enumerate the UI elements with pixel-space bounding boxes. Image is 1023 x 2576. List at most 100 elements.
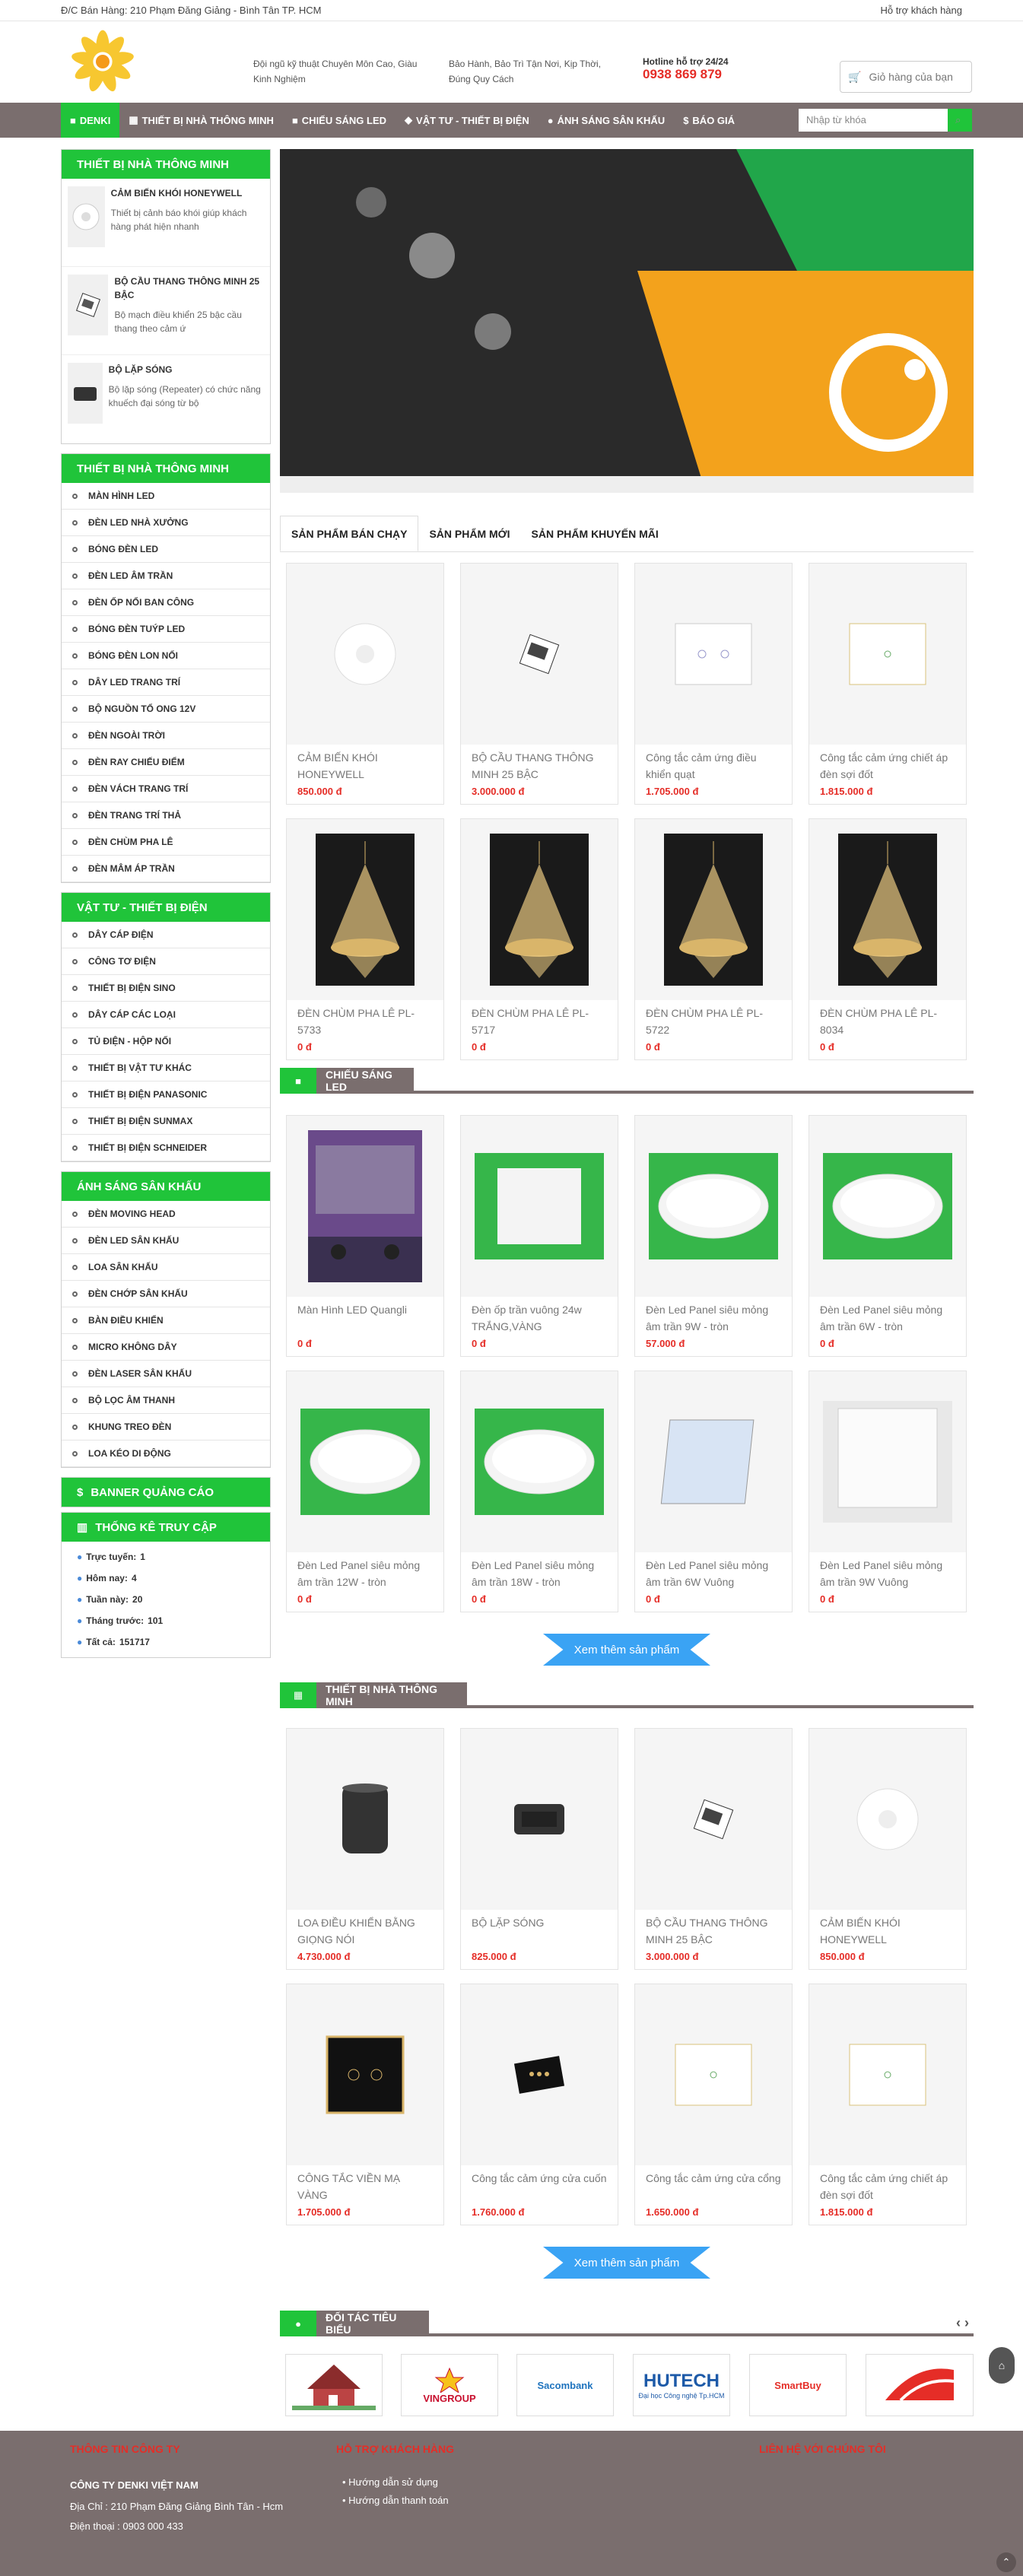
product-name[interactable]: BỘ CẦU THANG THÔNG MINH 25 BẬC [461,745,618,784]
product-name[interactable]: CÔNG TẮC VIỀN MẠ VÀNG [287,2165,443,2205]
category-item[interactable]: ĐÈN LED SÂN KHẤU [62,1228,270,1254]
category-item[interactable]: MICRO KHÔNG DÂY [62,1334,270,1361]
chevron-right-icon[interactable]: › [964,2315,969,2330]
category-item[interactable]: ĐÈN MÂM ÁP TRẦN [62,856,270,882]
tab-bestseller[interactable]: SẢN PHẨM BÁN CHẠY [280,516,419,551]
product-card[interactable]: Đèn ốp trần vuông 24w TRẮNG,VÀNG 0 đ [460,1115,618,1357]
featured-item[interactable]: CẢM BIẾN KHÓI HONEYWELL Thiết bị cảnh báo… [62,179,270,267]
hotline-number[interactable]: 0938 869 879 [643,67,729,82]
product-image[interactable] [635,564,792,745]
product-name[interactable]: Công tắc cảm ứng cửa cổng [635,2165,792,2205]
category-item[interactable]: BỘ NGUỒN TỔ ONG 12V [62,696,270,723]
category-item[interactable]: ĐÈN CHÙM PHA LÊ [62,829,270,856]
product-image[interactable] [635,1371,792,1552]
cart-float-button[interactable]: ⌂ [989,2347,1015,2384]
category-item[interactable]: TỦ ĐIỆN - HỘP NỐI [62,1028,270,1055]
product-name[interactable]: Đèn Led Panel siêu mỏng âm trần 6W Vuông [635,1552,792,1592]
more-button-smart[interactable]: Xem thêm sản phẩm [543,2247,710,2279]
product-image[interactable] [287,1371,443,1552]
product-card[interactable]: Công tắc cảm ứng chiết áp đèn sợi đốt 1.8… [809,563,967,805]
product-card[interactable]: CẢM BIẾN KHÓI HONEYWELL 850.000 đ [809,1728,967,1970]
product-image[interactable] [809,819,966,1000]
category-item[interactable]: BÓNG ĐÈN LON NỔI [62,643,270,669]
category-item[interactable]: ĐÈN NGOÀI TRỜI [62,723,270,749]
nav-stage-light[interactable]: ● ÁNH SÁNG SÂN KHẤU [539,103,674,138]
product-name[interactable]: Công tắc cảm ứng cửa cuốn [461,2165,618,2205]
product-name[interactable]: ĐÈN CHÙM PHA LÊ PL-5722 [635,1000,792,1040]
product-card[interactable]: Đèn Led Panel siêu mỏng âm trần 18W - tr… [460,1371,618,1612]
product-image[interactable] [287,819,443,1000]
product-name[interactable]: Đèn Led Panel siêu mỏng âm trần 6W - trò… [809,1297,966,1336]
featured-item[interactable]: BỘ LẶP SÓNG Bộ lặp sóng (Repeater) có chứ… [62,355,270,443]
product-image[interactable] [461,1984,618,2165]
product-image[interactable] [809,564,966,745]
product-image[interactable] [461,1116,618,1297]
category-item[interactable]: BÓNG ĐÈN TUÝP LED [62,616,270,643]
nav-smart-home[interactable]: ▦ THIẾT BỊ NHÀ THÔNG MINH [119,103,283,138]
product-image[interactable] [809,1984,966,2165]
product-image[interactable] [635,1116,792,1297]
product-image[interactable] [461,1729,618,1910]
product-card[interactable]: Công tắc cảm ứng điều khiển quạt 1.705.00… [634,563,793,805]
product-name[interactable]: ĐÈN CHÙM PHA LÊ PL-5717 [461,1000,618,1040]
product-card[interactable]: Công tắc cảm ứng cửa cổng 1.650.000 đ [634,1984,793,2225]
product-name[interactable]: CẢM BIẾN KHÓI HONEYWELL [287,745,443,784]
category-item[interactable]: DÂY CÁP CÁC LOẠI [62,1002,270,1028]
hero-banner[interactable] [280,149,974,493]
product-name[interactable]: Đèn Led Panel siêu mỏng âm trần 9W - trò… [635,1297,792,1336]
product-card[interactable]: ĐÈN CHÙM PHA LÊ PL-8034 0 đ [809,818,967,1060]
product-name[interactable]: Đèn Led Panel siêu mỏng âm trần 18W - tr… [461,1552,618,1592]
product-card[interactable]: BỘ LẶP SÓNG 825.000 đ [460,1728,618,1970]
category-item[interactable]: BÀN ĐIỀU KHIỂN [62,1307,270,1334]
product-image[interactable] [287,1116,443,1297]
support-link[interactable]: Hỗ trợ khách hàng [880,5,962,16]
product-image[interactable] [461,564,618,745]
category-item[interactable]: ĐÈN ỐP NỔI BAN CÔNG [62,589,270,616]
product-card[interactable]: ĐÈN CHÙM PHA LÊ PL-5733 0 đ [286,818,444,1060]
product-card[interactable]: Đèn Led Panel siêu mỏng âm trần 12W - tr… [286,1371,444,1612]
product-image[interactable] [287,1984,443,2165]
category-item[interactable]: ĐÈN MOVING HEAD [62,1201,270,1228]
product-card[interactable]: Công tắc cảm ứng chiết áp đèn sợi đốt 1.8… [809,1984,967,2225]
logo-icon[interactable] [61,27,145,96]
category-item[interactable]: KHUNG TREO ĐÈN [62,1414,270,1440]
product-image[interactable] [461,1371,618,1552]
category-item[interactable]: ĐÈN TRANG TRÍ THẢ [62,802,270,829]
partner-logo-house[interactable] [285,2354,383,2416]
category-item[interactable]: THIẾT BỊ ĐIỆN SCHNEIDER [62,1135,270,1161]
product-name[interactable]: BỘ LẶP SÓNG [461,1910,618,1949]
product-card[interactable]: ĐÈN CHÙM PHA LÊ PL-5722 0 đ [634,818,793,1060]
category-item[interactable]: THIẾT BỊ ĐIỆN SUNMAX [62,1108,270,1135]
tab-promo[interactable]: SẢN PHẨM KHUYẾN MÃI [521,516,669,551]
product-name[interactable]: Màn Hình LED Quangli [287,1297,443,1336]
product-name[interactable]: CẢM BIẾN KHÓI HONEYWELL [809,1910,966,1949]
product-card[interactable]: CÔNG TẮC VIỀN MẠ VÀNG 1.705.000 đ [286,1984,444,2225]
product-card[interactable]: Đèn Led Panel siêu mỏng âm trần 6W - trò… [809,1115,967,1357]
scroll-top-button[interactable]: ⌃ [996,2552,1016,2572]
product-card[interactable]: LOA ĐIỀU KHIỂN BẰNG GIỌNG NÓI 4.730.000 đ [286,1728,444,1970]
product-card[interactable]: Công tắc cảm ứng cửa cuốn 1.760.000 đ [460,1984,618,2225]
product-name[interactable]: LOA ĐIỀU KHIỂN BẰNG GIỌNG NÓI [287,1910,443,1949]
product-card[interactable]: ĐÈN CHÙM PHA LÊ PL-5717 0 đ [460,818,618,1060]
category-item[interactable]: THIẾT BỊ VẬT TƯ KHÁC [62,1055,270,1082]
product-name[interactable]: Đèn Led Panel siêu mỏng âm trần 12W - tr… [287,1552,443,1592]
product-image[interactable] [635,1984,792,2165]
nav-electrical[interactable]: ◆ VẬT TƯ - THIẾT BỊ ĐIỆN [396,103,539,138]
product-card[interactable]: Đèn Led Panel siêu mỏng âm trần 9W - trò… [634,1115,793,1357]
category-item[interactable]: ĐÈN LED NHÀ XƯỞNG [62,510,270,536]
product-image[interactable] [635,1729,792,1910]
search-button[interactable]: ⌕ [948,109,972,132]
partner-logo-honda[interactable] [866,2354,974,2416]
product-image[interactable] [809,1729,966,1910]
product-image[interactable] [635,819,792,1000]
category-item[interactable]: ĐÈN RAY CHIẾU ĐIỂM [62,749,270,776]
product-image[interactable] [809,1116,966,1297]
category-item[interactable]: ĐÈN CHỚP SÂN KHẤU [62,1281,270,1307]
product-image[interactable] [287,1729,443,1910]
category-item[interactable]: MÀN HÌNH LED [62,483,270,510]
product-name[interactable]: ĐÈN CHÙM PHA LÊ PL-5733 [287,1000,443,1040]
nav-home[interactable]: ■ DENKI [61,103,120,138]
featured-item[interactable]: BỘ CẦU THANG THÔNG MINH 25 BẬC Bộ mạch đi… [62,267,270,355]
product-name[interactable]: ĐÈN CHÙM PHA LÊ PL-8034 [809,1000,966,1040]
category-item[interactable]: DÂY LED TRANG TRÍ [62,669,270,696]
